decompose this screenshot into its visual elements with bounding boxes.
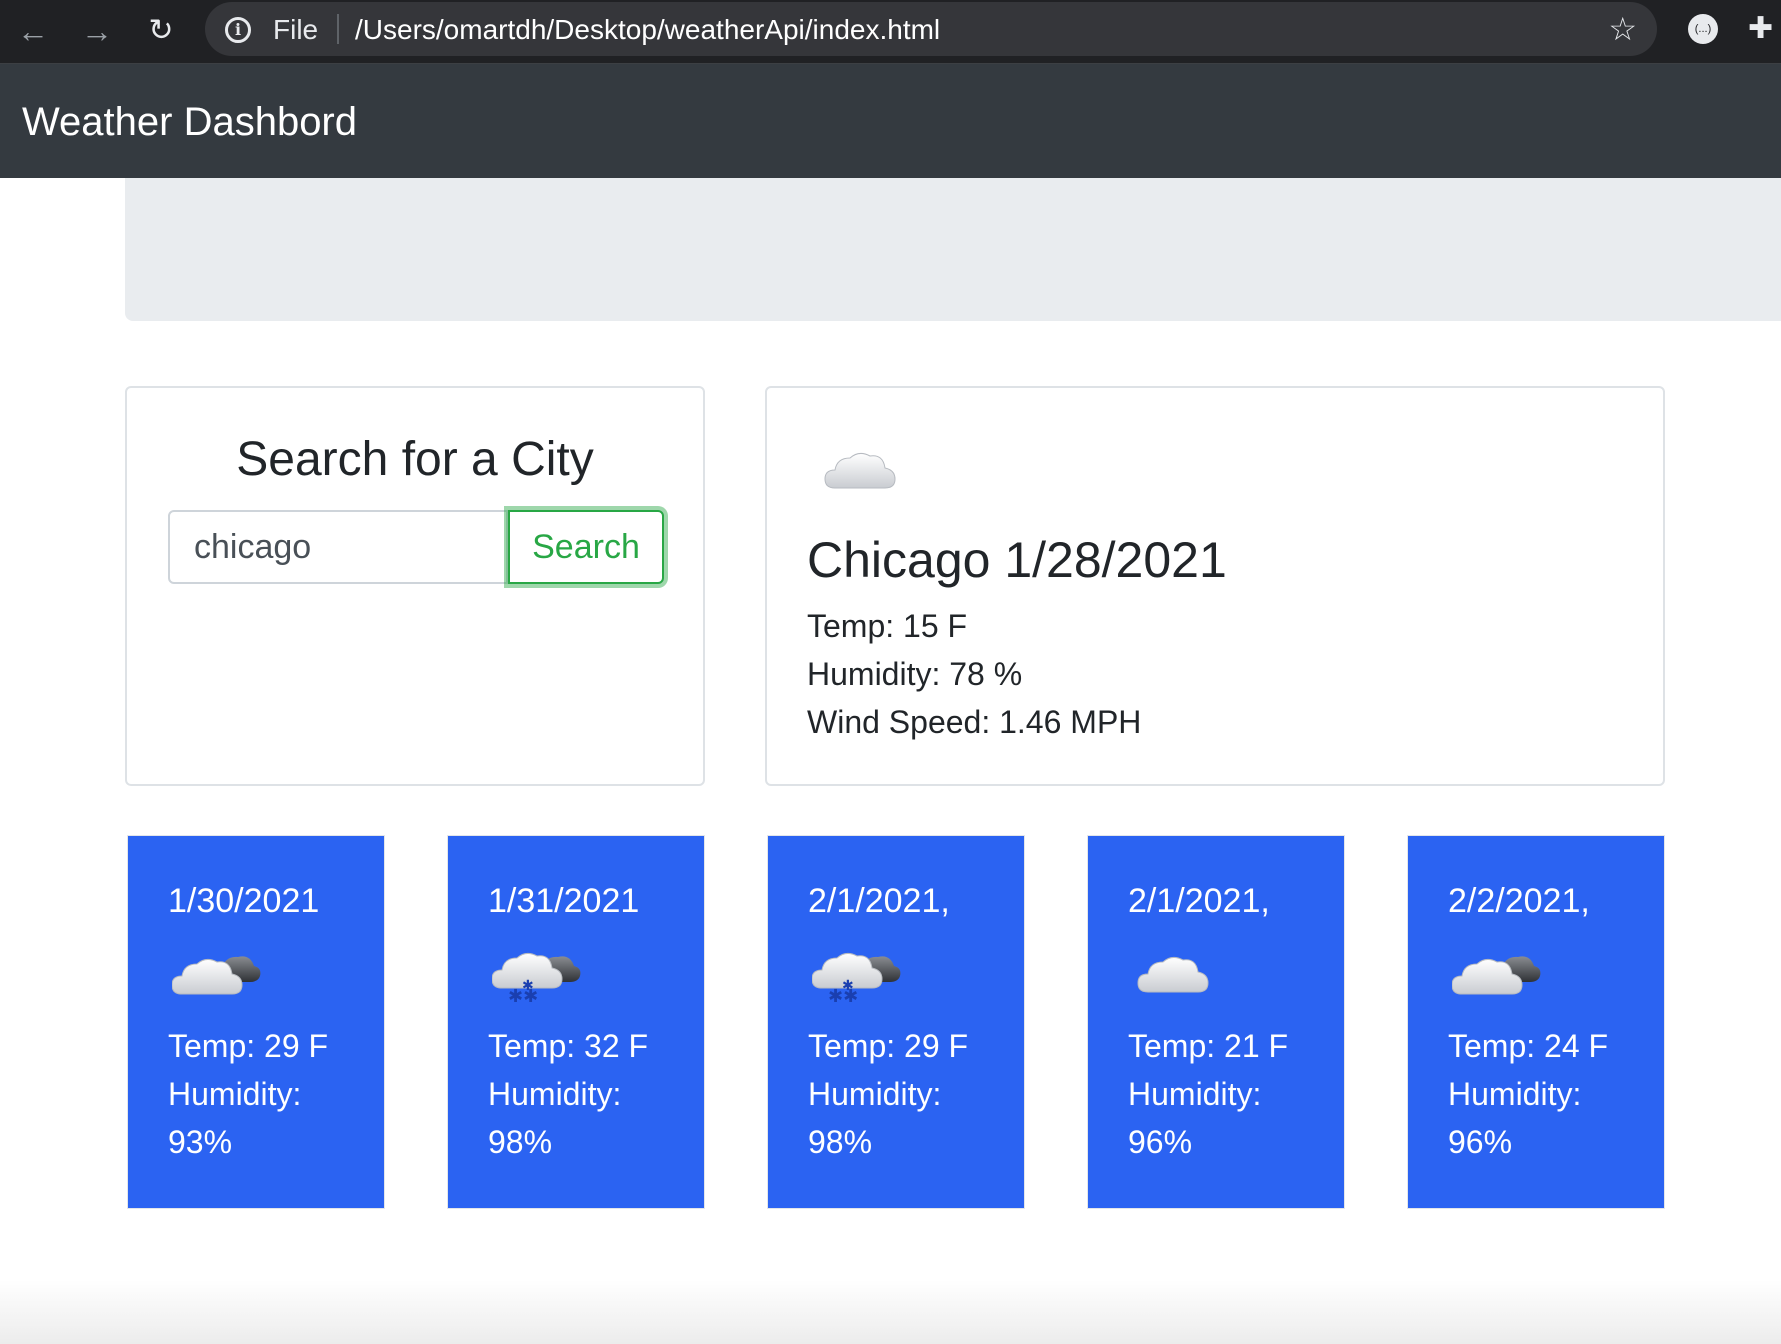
svg-text:✱: ✱	[522, 978, 534, 994]
forecast-date: 2/2/2021,	[1448, 882, 1590, 920]
snow-cloud-icon: ✱✱ ✱	[492, 952, 581, 1004]
back-arrow-icon[interactable]: ←	[10, 8, 56, 54]
forecast-card: 1/31/2021 ✱✱ ✱ Temp: 32 F Humidity: 98%	[447, 835, 705, 1209]
forecast-humidity-value: 98%	[808, 1124, 873, 1160]
forecast-date: 1/30/2021	[168, 882, 320, 920]
current-wind-speed: Wind Speed: 1.46 MPH	[807, 704, 1142, 740]
forecast-humidity-value: 96%	[1448, 1124, 1513, 1160]
forecast-humidity-value: 98%	[488, 1124, 553, 1160]
forecast-temp: Temp: 24 F	[1448, 1028, 1609, 1064]
browser-toolbar: ← → ↻ i File /Users/omartdh/Desktop/weat…	[0, 0, 1781, 64]
navbar-brand[interactable]: Weather Dashbord	[22, 98, 357, 146]
address-bar[interactable]: i File /Users/omartdh/Desktop/weatherApi…	[205, 2, 1657, 56]
forecast-humidity-label: Humidity:	[488, 1076, 622, 1112]
search-button[interactable]: Search	[508, 510, 664, 584]
url-scheme: File	[273, 14, 319, 45]
address-divider	[337, 14, 339, 44]
forecast-temp: Temp: 29 F	[168, 1028, 329, 1064]
forecast-date: 2/1/2021,	[808, 882, 950, 920]
current-humidity: Humidity: 78 %	[807, 656, 1023, 692]
forecast-humidity-label: Humidity:	[1448, 1076, 1582, 1112]
search-card: Search for a City Search	[125, 386, 705, 786]
star-icon[interactable]: ☆	[1608, 10, 1637, 48]
forecast-card: 2/2/2021, Temp: 24 F Humidity: 96%	[1407, 835, 1665, 1209]
forecast-date: 1/31/2021	[488, 882, 640, 920]
forecast-humidity-label: Humidity:	[168, 1076, 302, 1112]
current-weather-card: Chicago 1/28/2021 Temp: 15 F Humidity: 7…	[765, 386, 1665, 786]
cloud-icon	[1137, 956, 1209, 993]
forecast-humidity-label: Humidity:	[1128, 1076, 1262, 1112]
current-temp: Temp: 15 F	[807, 608, 968, 644]
page-bottom-shade	[0, 1280, 1781, 1344]
search-title: Search for a City	[236, 433, 594, 486]
forecast-temp: Temp: 21 F	[1128, 1028, 1289, 1064]
url-text[interactable]: /Users/omartdh/Desktop/weatherApi/index.…	[355, 14, 940, 46]
forecast-humidity-label: Humidity:	[808, 1076, 942, 1112]
svg-text:✱: ✱	[842, 978, 854, 994]
forecast-temp: Temp: 29 F	[808, 1028, 969, 1064]
reload-icon[interactable]: ↻	[138, 8, 184, 54]
jumbotron	[125, 178, 1781, 321]
forecast-date: 2/1/2021,	[1128, 882, 1270, 920]
puzzle-icon[interactable]: ✚	[1748, 10, 1773, 48]
info-icon[interactable]: i	[225, 17, 251, 43]
forward-arrow-icon[interactable]: →	[74, 8, 120, 54]
cloud-icon	[824, 452, 896, 489]
snow-cloud-icon: ✱✱ ✱	[812, 952, 901, 1004]
app-navbar: Weather Dashbord	[0, 64, 1781, 178]
forecast-card: 2/1/2021, Temp: 21 F Humidity: 96%	[1087, 835, 1345, 1209]
forecast-card: 2/1/2021, ✱✱ ✱ Temp: 29 F Humidity: 98%	[767, 835, 1025, 1209]
forecast-humidity-value: 93%	[168, 1124, 233, 1160]
forecast-card: 1/30/2021 Temp: 29 F Humidity: 93%	[127, 835, 385, 1209]
current-city-date: Chicago 1/28/2021	[807, 532, 1227, 588]
partly-cloudy-icon	[1452, 956, 1541, 995]
city-search-input[interactable]	[168, 510, 508, 584]
forecast-temp: Temp: 32 F	[488, 1028, 649, 1064]
partly-cloudy-icon	[172, 956, 261, 995]
forecast-humidity-value: 96%	[1128, 1124, 1193, 1160]
extension-icon[interactable]: (...)	[1688, 14, 1718, 44]
